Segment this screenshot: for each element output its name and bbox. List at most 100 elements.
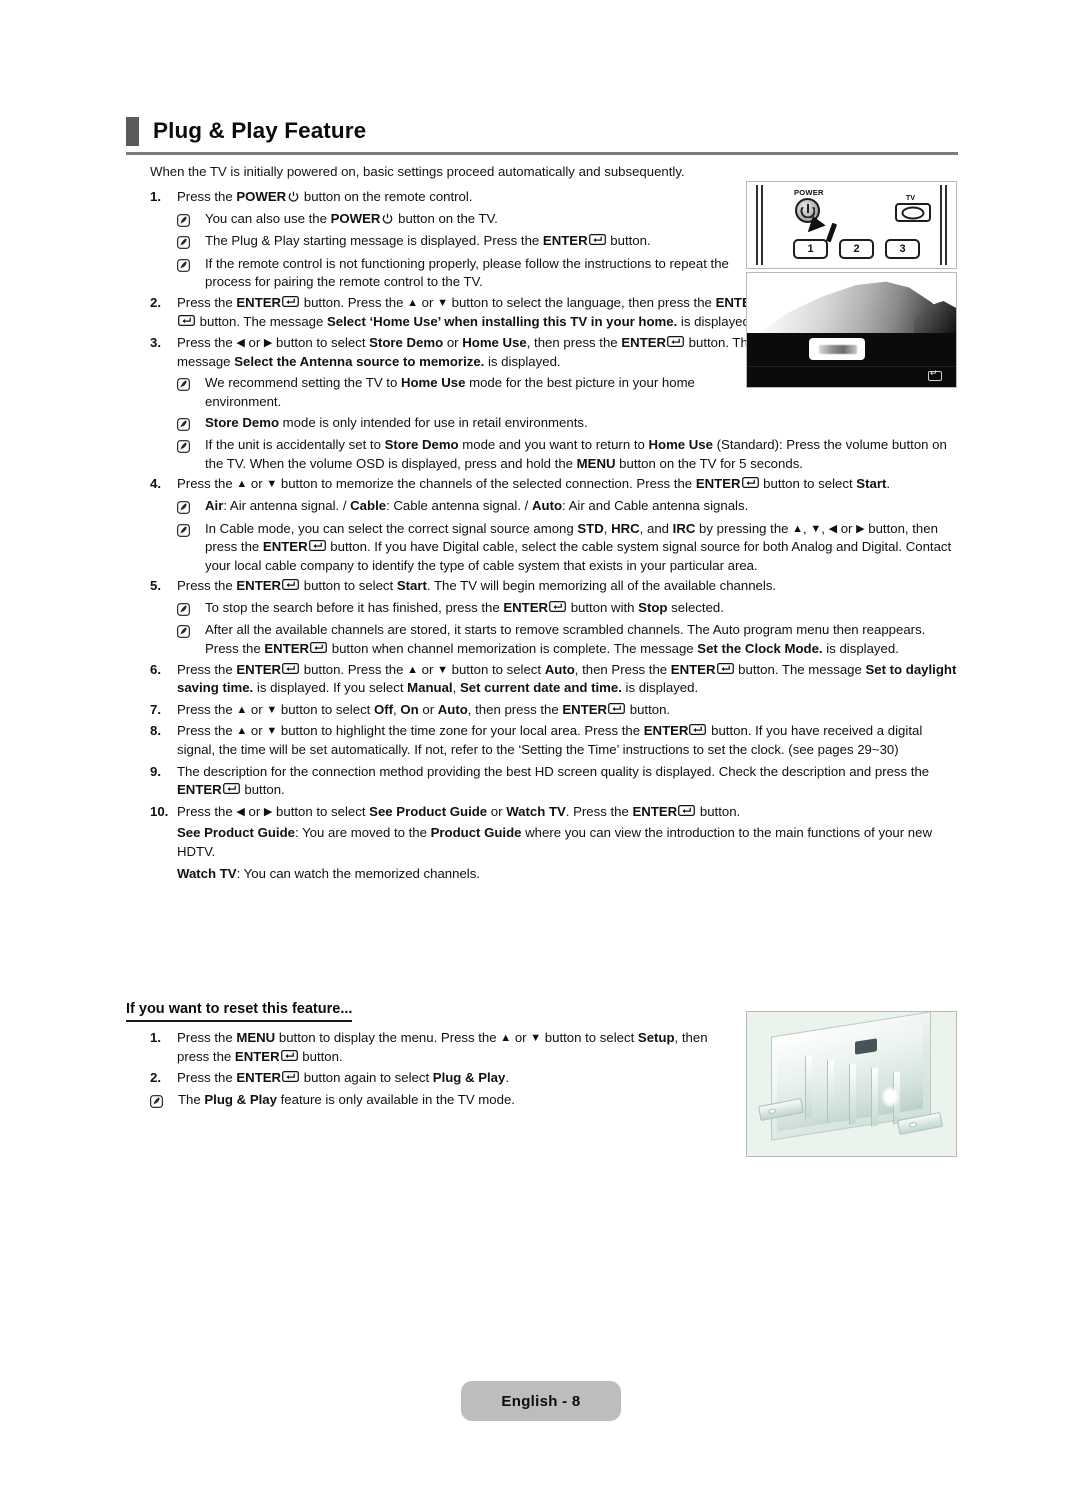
- enter-icon: [667, 336, 684, 348]
- remote-tv-button-icon: [895, 203, 931, 222]
- remote-tv-label: TV: [905, 193, 915, 202]
- reset-step-item: 2. Press the ENTER button again to select…: [150, 1069, 730, 1088]
- note-icon-cell: [177, 520, 205, 576]
- step-item: 6. Press the ENTER button. Press the ▲ or…: [150, 661, 958, 698]
- osd-footer-bar: [747, 366, 956, 387]
- step-text: Press the ◀ or ▶ button to select See Pr…: [177, 803, 741, 819]
- step-item: 4. Press the ▲ or ▼ button to memorize th…: [150, 475, 958, 494]
- note-text: We recommend setting the TV to Home Use …: [205, 375, 695, 409]
- note-item: To stop the search before it has finishe…: [177, 599, 958, 620]
- intro-paragraph: When the TV is initially powered on, bas…: [150, 164, 685, 179]
- step-item: 5. Press the ENTER button to select Start…: [150, 577, 958, 596]
- step-text: Press the ENTER button to select Start. …: [177, 578, 777, 594]
- header-divider: [126, 152, 958, 155]
- note-pencil-icon: [177, 602, 190, 616]
- note-icon-cell: [150, 1091, 178, 1112]
- note-text: The Plug & Play starting message is disp…: [205, 233, 651, 249]
- reset-section: 1. Press the MENU button to display the m…: [150, 1029, 730, 1113]
- setup-menu-figure: [746, 1011, 957, 1157]
- remote-edge-line: [756, 185, 758, 265]
- page-footer-badge: English - 8: [461, 1381, 621, 1421]
- note-text: After all the available channels are sto…: [205, 622, 926, 657]
- stand-rib: [849, 1063, 856, 1125]
- note-text: Air: Air antenna signal. / Cable: Cable …: [205, 497, 749, 513]
- note-icon-cell: [177, 436, 205, 473]
- note-item: Air: Air antenna signal. / Cable: Cable …: [177, 497, 958, 518]
- step-text: Press the POWER button on the remote con…: [177, 189, 473, 204]
- reset-steps-list: 1. Press the MENU button to display the m…: [150, 1029, 730, 1111]
- note-text: If the unit is accidentally set to Store…: [205, 437, 947, 471]
- note-text: If the remote control is not functioning…: [205, 255, 729, 290]
- power-icon: [383, 213, 393, 224]
- note-text: To stop the search before it has finishe…: [205, 599, 724, 615]
- reset-step-item: 1. Press the MENU button to display the m…: [150, 1029, 730, 1066]
- note-icon-cell: [177, 255, 205, 292]
- enter-icon: [222, 783, 240, 795]
- sub-spacer: [150, 824, 177, 861]
- step-text: Press the ◀ or ▶ button to select Store …: [177, 335, 756, 369]
- note-icon-cell: [177, 232, 205, 253]
- remote-edge-line: [940, 185, 942, 265]
- note-pencil-icon: [177, 417, 190, 431]
- manual-page: Plug & Play Feature When the TV is initi…: [0, 0, 1080, 1488]
- enter-icon: [608, 702, 625, 714]
- remote-edge-line: [945, 185, 947, 265]
- enter-icon: [282, 662, 299, 674]
- enter-icon: [280, 1049, 298, 1061]
- step-text: The description for the connection metho…: [177, 763, 930, 798]
- reset-note-text: The Plug & Play feature is only availabl…: [178, 1091, 515, 1107]
- enter-icon: [588, 234, 606, 246]
- enter-icon: [282, 296, 299, 307]
- step-number: 5.: [150, 578, 161, 594]
- step-number: 10.: [150, 803, 169, 819]
- sub-spacer: [150, 865, 177, 884]
- stand-highlight-glare: [881, 1086, 899, 1108]
- step-item: 7. Press the ▲ or ▼ button to select Off,…: [150, 701, 958, 720]
- reset-section-heading: If you want to reset this feature...: [126, 1001, 353, 1022]
- step-text: Press the ▲ or ▼ button to select Off, O…: [177, 701, 671, 717]
- note-item: After all the available channels are sto…: [177, 621, 958, 658]
- note-pencil-icon: [177, 440, 190, 454]
- note-pencil-icon: [150, 1094, 163, 1108]
- step-number: 1.: [150, 189, 161, 204]
- note-item: If the unit is accidentally set to Store…: [177, 436, 958, 473]
- note-item: Store Demo mode is only intended for use…: [177, 414, 958, 435]
- step-item: 8. Press the ▲ or ▼ button to highlight t…: [150, 722, 958, 759]
- reset-step-text: Press the MENU button to display the men…: [177, 1030, 708, 1064]
- step-number: 2.: [150, 294, 161, 310]
- step-item: 9. The description for the connection met…: [150, 763, 958, 800]
- header-accent-bar: [126, 117, 139, 146]
- note-text: Store Demo mode is only intended for use…: [205, 414, 588, 430]
- step-number: 6.: [150, 661, 161, 677]
- osd-selected-item: [809, 338, 865, 360]
- step-item: 10. Press the ◀ or ▶ button to select See…: [150, 803, 958, 822]
- note-icon-cell: [177, 497, 205, 518]
- osd-selected-item-label: [819, 345, 857, 354]
- osd-background-image: [747, 273, 956, 333]
- power-icon: [288, 191, 299, 202]
- reset-note-item: The Plug & Play feature is only availabl…: [150, 1091, 730, 1112]
- reset-step-number: 2.: [150, 1070, 161, 1086]
- note-text: You can also use the POWER button on the…: [205, 210, 498, 226]
- enter-icon: [928, 368, 942, 381]
- remote-power-label: POWER: [794, 188, 824, 197]
- osd-menu-bar: [747, 333, 956, 366]
- step-text: Press the ▲ or ▼ button to memorize the …: [177, 476, 891, 492]
- pointer-cursor-icon: [807, 216, 828, 237]
- enter-icon: [178, 314, 195, 326]
- step-subparagraph-text: See Product Guide: You are moved to the …: [177, 825, 932, 859]
- note-item: In Cable mode, you can select the correc…: [177, 520, 958, 576]
- pointer-cursor-tail-icon: [825, 222, 838, 243]
- note-pencil-icon: [177, 236, 190, 250]
- note-pencil-icon: [177, 523, 190, 537]
- page-title: Plug & Play Feature: [153, 118, 367, 144]
- step-number: 3.: [150, 335, 161, 351]
- note-pencil-icon: [177, 625, 190, 639]
- step-text: Press the ENTER button. Press the ▲ or ▼…: [177, 661, 957, 696]
- step-text: Press the ENTER button. Press the ▲ or ▼…: [177, 294, 761, 329]
- osd-language-screen-figure: [746, 272, 957, 388]
- remote-number-button-3: 3: [885, 239, 920, 259]
- step-subparagraph: Watch TV: You can watch the memorized ch…: [150, 865, 958, 884]
- remote-control-figure: POWER TV 1 2 3: [746, 181, 957, 269]
- note-pencil-icon: [177, 500, 190, 514]
